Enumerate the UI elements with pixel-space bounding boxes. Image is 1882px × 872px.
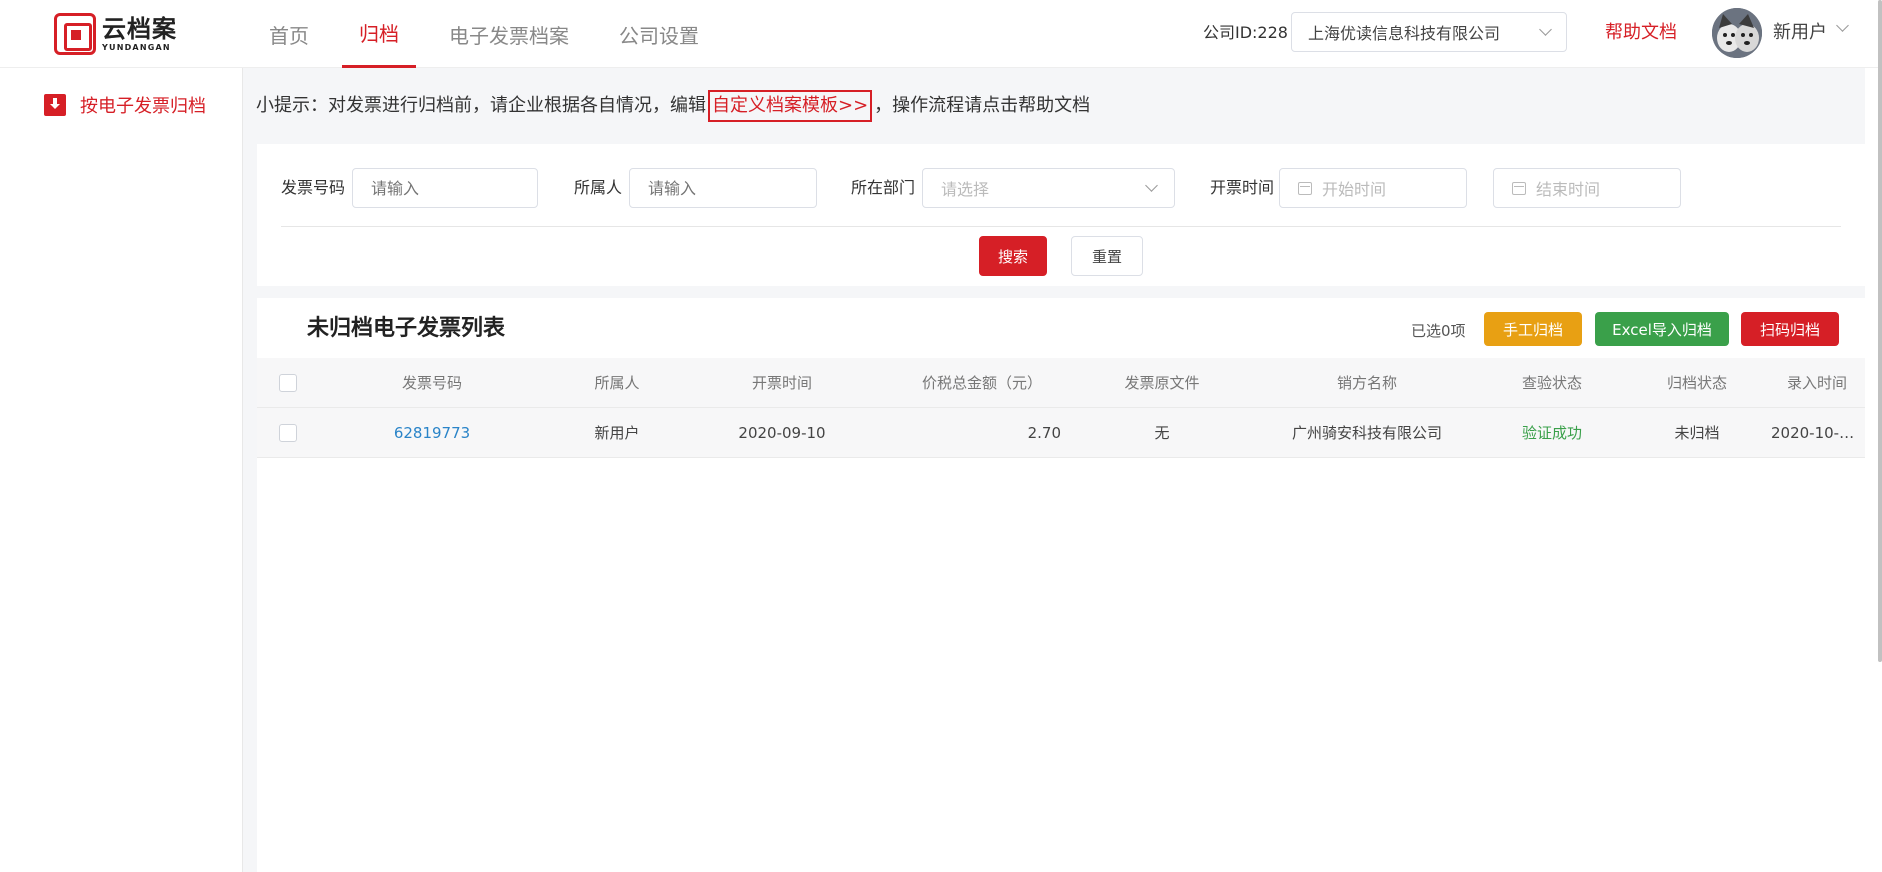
nav-archive[interactable]: 归档 <box>342 0 416 68</box>
invoice-no-label: 发票号码 <box>281 178 346 197</box>
col-entry-time[interactable]: 录入时间 <box>1771 358 1863 408</box>
brand-name-en: YUNDANGAN <box>102 42 171 52</box>
col-archive-status[interactable]: 归档状态 <box>1637 358 1757 408</box>
invoice-list-panel: 未归档电子发票列表 已选0项 手工归档 Excel导入归档 扫码归档 发票号码 … <box>257 298 1865 872</box>
invoice-no-input[interactable] <box>352 168 538 208</box>
col-verify-status[interactable]: 查验状态 <box>1497 358 1607 408</box>
tip-prefix: 小提示：对发票进行归档前，请企业根据各自情况，编辑 <box>256 95 706 116</box>
main-nav: 首页 归档 电子发票档案 公司设置 <box>252 0 732 68</box>
cell-seller-name: 广州骑安科技有限公司 <box>1291 424 1442 442</box>
cell-issue-date: 2020-09-10 <box>738 424 826 442</box>
col-total-amount[interactable]: 价税总金额（元） <box>887 358 1077 408</box>
scan-archive-button[interactable]: 扫码归档 <box>1741 312 1839 346</box>
tip-suffix: ，操作流程请点击帮助文档 <box>874 95 1091 116</box>
sidebar: 按电子发票归档 <box>0 68 243 872</box>
row-checkbox[interactable] <box>279 424 297 442</box>
nav-home[interactable]: 首页 <box>252 0 326 68</box>
cell-entry-time: 2020-10-15 13... <box>1771 424 1863 442</box>
calendar-icon <box>1298 181 1312 195</box>
end-date-placeholder: 结束时间 <box>1536 180 1601 199</box>
cell-original-file: 无 <box>1154 424 1170 442</box>
reset-button[interactable]: 重置 <box>1071 236 1143 276</box>
sidebar-item-archive-by-invoice[interactable]: 按电子发票归档 <box>44 92 206 118</box>
search-button[interactable]: 搜索 <box>979 236 1047 276</box>
dept-select-placeholder: 请选择 <box>941 180 990 199</box>
download-archive-icon <box>44 94 66 116</box>
company-select-value: 上海优读信息科技有限公司 <box>1308 24 1501 43</box>
cell-total-amount: 2.70 <box>1027 424 1061 442</box>
cell-invoice-no[interactable]: 62819773 <box>347 408 517 458</box>
dept-label: 所在部门 <box>851 178 916 197</box>
brand-name: 云档案 <box>102 14 177 43</box>
cell-archive-status: 未归档 <box>1674 424 1720 442</box>
filter-panel: 发票号码 所属人 所在部门 请选择 开票时间 开始时间 - 结束时间 搜索 重置 <box>257 144 1865 286</box>
husky-avatar-icon <box>1712 8 1762 58</box>
owner-input[interactable] <box>629 168 817 208</box>
page-scrollbar[interactable] <box>1878 0 1882 662</box>
filter-divider <box>281 226 1841 227</box>
start-date-placeholder: 开始时间 <box>1322 180 1387 199</box>
end-date-input[interactable]: 结束时间 <box>1493 168 1681 208</box>
table-header: 发票号码 所属人 开票时间 价税总金额（元） 发票原文件 销方名称 查验状态 归… <box>257 358 1865 408</box>
company-select[interactable]: 上海优读信息科技有限公司 <box>1291 12 1567 52</box>
user-menu-chevron-icon[interactable] <box>1836 19 1849 32</box>
col-seller-name[interactable]: 销方名称 <box>1257 358 1477 408</box>
help-docs-link[interactable]: 帮助文档 <box>1605 20 1677 46</box>
brand-logo[interactable]: 云档案 YUNDANGAN <box>54 12 184 56</box>
dept-select[interactable]: 请选择 <box>922 168 1175 208</box>
selected-count: 已选0项 <box>1411 322 1466 340</box>
owner-label: 所属人 <box>574 178 623 197</box>
sidebar-item-label: 按电子发票归档 <box>80 96 206 117</box>
start-date-input[interactable]: 开始时间 <box>1279 168 1467 208</box>
company-id: 公司ID:228 <box>1203 23 1288 42</box>
date-label: 开票时间 <box>1210 178 1275 197</box>
cell-owner: 新用户 <box>594 424 640 442</box>
chevron-down-icon <box>1539 23 1552 36</box>
col-original-file[interactable]: 发票原文件 <box>1097 358 1227 408</box>
logo-mark-icon <box>54 13 96 55</box>
custom-template-link[interactable]: 自定义档案模板>> <box>708 90 873 122</box>
nav-company-settings[interactable]: 公司设置 <box>602 0 716 68</box>
calendar-icon <box>1512 181 1526 195</box>
user-name[interactable]: 新用户 <box>1773 20 1827 46</box>
main-content: 小提示：对发票进行归档前，请企业根据各自情况，编辑 自定义档案模板>> ，操作流… <box>243 68 1865 872</box>
cell-verify-status: 验证成功 <box>1521 424 1582 442</box>
avatar[interactable] <box>1712 8 1762 58</box>
col-issue-date[interactable]: 开票时间 <box>707 358 857 408</box>
tip-banner: 小提示：对发票进行归档前，请企业根据各自情况，编辑 自定义档案模板>> ，操作流… <box>256 90 1090 122</box>
list-title: 未归档电子发票列表 <box>307 316 506 341</box>
chevron-down-icon <box>1145 179 1158 192</box>
nav-invoice-archive[interactable]: 电子发票档案 <box>432 0 586 68</box>
select-all-checkbox[interactable] <box>279 374 297 392</box>
col-owner[interactable]: 所属人 <box>557 358 677 408</box>
excel-import-button[interactable]: Excel导入归档 <box>1595 312 1729 346</box>
col-invoice-no[interactable]: 发票号码 <box>347 358 517 408</box>
manual-archive-button[interactable]: 手工归档 <box>1484 312 1582 346</box>
table-row[interactable]: 62819773 新用户 2020-09-10 2.70 无 广州骑安科技有限公… <box>257 408 1865 458</box>
top-header: 云档案 YUNDANGAN 首页 归档 电子发票档案 公司设置 公司ID:228… <box>0 0 1882 68</box>
